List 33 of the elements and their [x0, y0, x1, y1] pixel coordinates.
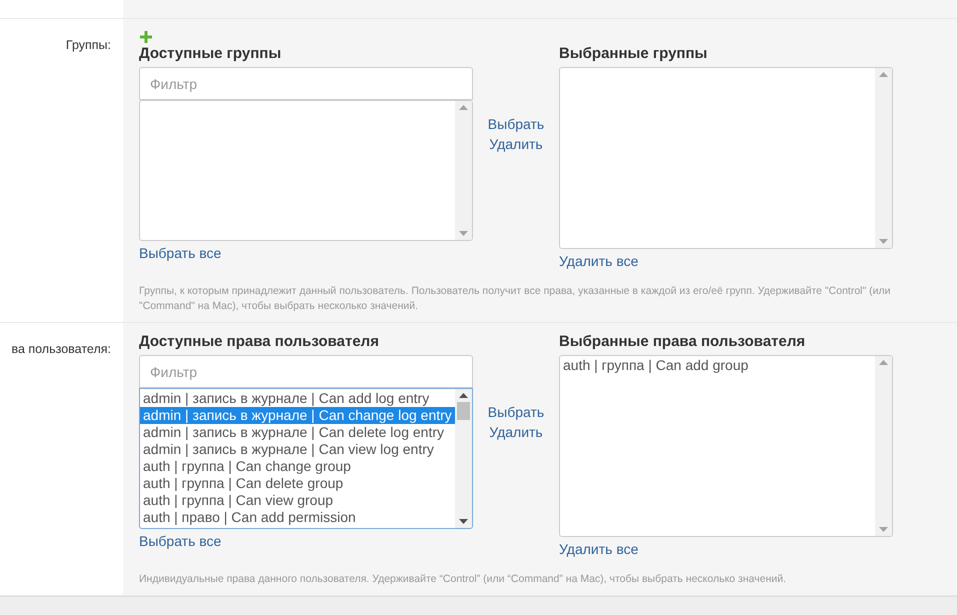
list-heading: Доступные права пользователя — [139, 332, 380, 352]
scroll-up-icon[interactable] — [459, 393, 468, 398]
list-heading: Доступные группы — [139, 44, 282, 64]
list-option[interactable]: admin | запись в журнале | Can add log entry — [140, 390, 455, 407]
select-all-link[interactable]: Выбрать все — [139, 243, 222, 264]
remove-all-link[interactable]: Удалить все — [559, 539, 638, 560]
filter-field[interactable]: Фильтр — [139, 355, 473, 388]
add-icon[interactable] — [140, 31, 152, 43]
scroll-down-icon[interactable] — [459, 519, 468, 524]
scroll-thumb[interactable] — [457, 402, 470, 420]
choose-link[interactable]: Выбрать — [488, 114, 544, 134]
list-option[interactable]: admin | запись в журнале | Can delete log entry — [140, 424, 455, 441]
remove-link[interactable]: Удалить — [489, 422, 543, 442]
remove-link[interactable]: Удалить — [489, 134, 543, 154]
list-box[interactable]: auth | группа | Can add group — [559, 355, 893, 537]
field-label: ва пользователя: — [11, 341, 111, 358]
field-label: Группы: — [66, 37, 111, 54]
filter-field[interactable]: Фильтр — [139, 67, 473, 100]
list-option[interactable]: auth | группа | Can delete group — [140, 475, 455, 492]
list-option[interactable]: auth | группа | Can view group — [140, 492, 455, 509]
list-option[interactable]: admin | запись в журнале | Can view log entry — [140, 441, 455, 458]
choose-link[interactable]: Выбрать — [488, 402, 544, 422]
list-option[interactable]: admin | запись в журнале | Can change log entry — [140, 407, 455, 424]
list-box[interactable] — [139, 388, 473, 529]
list-heading: Выбранные права пользователя — [559, 332, 806, 352]
list-option[interactable]: auth | право | Can add permission — [140, 509, 455, 526]
list-heading: Выбранные группы — [559, 44, 708, 64]
list-option[interactable]: auth | группа | Can add group — [560, 357, 875, 374]
list-option[interactable]: auth | группа | Can change group — [140, 458, 455, 475]
help-text: Группы, к которым принадлежит данный пользователь. Пользователь получит все права, указанные в каждой из его/её групп. Удерживайте "Control" (или "Command" на Mac), чтобы выбрать несколько значений. — [139, 284, 892, 314]
select-all-link[interactable]: Выбрать все — [139, 531, 222, 552]
remove-all-link[interactable]: Удалить все — [559, 251, 638, 272]
help-text: Индивидуальные права данного пользователя. Удерживайте “Control” (или “Command” на Mac), чтобы выбрать несколько значений. — [139, 572, 788, 587]
